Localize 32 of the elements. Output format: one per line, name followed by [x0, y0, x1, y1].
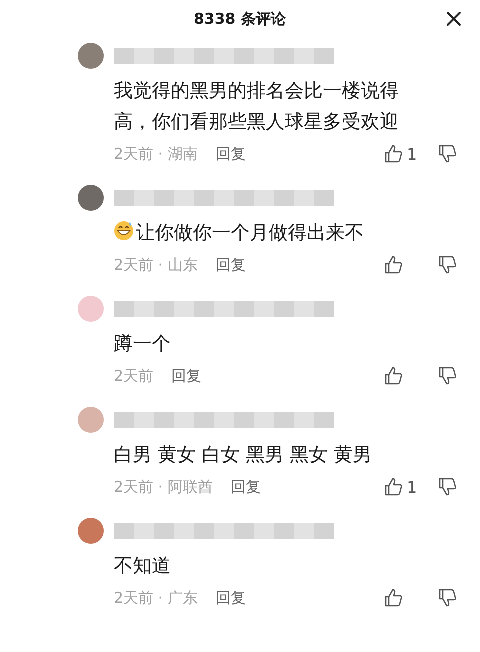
thumbs-down-icon[interactable]	[438, 588, 458, 608]
comment-text: 蹲一个	[114, 332, 171, 357]
reply-link[interactable]: 回复	[216, 256, 246, 274]
comment-text: 我觉得的黑男的排名会比一楼说得高，你们看那些黑人球星多受欢迎	[114, 79, 400, 135]
reply-link[interactable]: 回复	[172, 366, 202, 386]
close-icon[interactable]	[444, 9, 464, 29]
time-location: 2天前 · 阿联酋	[114, 478, 213, 496]
comment-count-title: 8338 条评论	[194, 10, 286, 28]
comment-text: 不知道	[114, 554, 171, 579]
thumbs-down-icon[interactable]	[438, 144, 458, 164]
thumbs-up-icon[interactable]	[384, 366, 404, 386]
thumbs-up-icon[interactable]	[384, 255, 404, 275]
avatar-icon[interactable]	[78, 518, 104, 544]
thumbs-up-icon[interactable]	[384, 588, 404, 608]
reply-link[interactable]: 回复	[230, 478, 261, 496]
time-location: 2天前	[114, 366, 154, 386]
comment-text: 白男 黄女 白女 黑男 黑女 黄男	[114, 443, 372, 468]
like-count: 1	[407, 144, 418, 164]
reply-link[interactable]: 回复	[216, 588, 246, 608]
thumbs-down-icon[interactable]	[438, 366, 458, 386]
time-location: 2天前 · 山东	[114, 256, 198, 274]
reply-link[interactable]: 回复	[216, 144, 246, 164]
time-location: 2天前 · 广东	[114, 588, 198, 608]
thumbs-down-icon[interactable]	[438, 477, 458, 497]
thumbs-down-icon[interactable]	[438, 255, 458, 275]
comment-text: 让你做你一个月做得出来不	[136, 221, 364, 246]
like-count: 1	[407, 478, 418, 496]
time-location: 2天前 · 湖南	[114, 144, 198, 164]
avatar-icon[interactable]	[78, 43, 104, 69]
thumbs-up-icon[interactable]	[384, 477, 404, 497]
thumbs-up-icon[interactable]	[384, 144, 404, 164]
avatar-icon[interactable]	[78, 185, 104, 211]
